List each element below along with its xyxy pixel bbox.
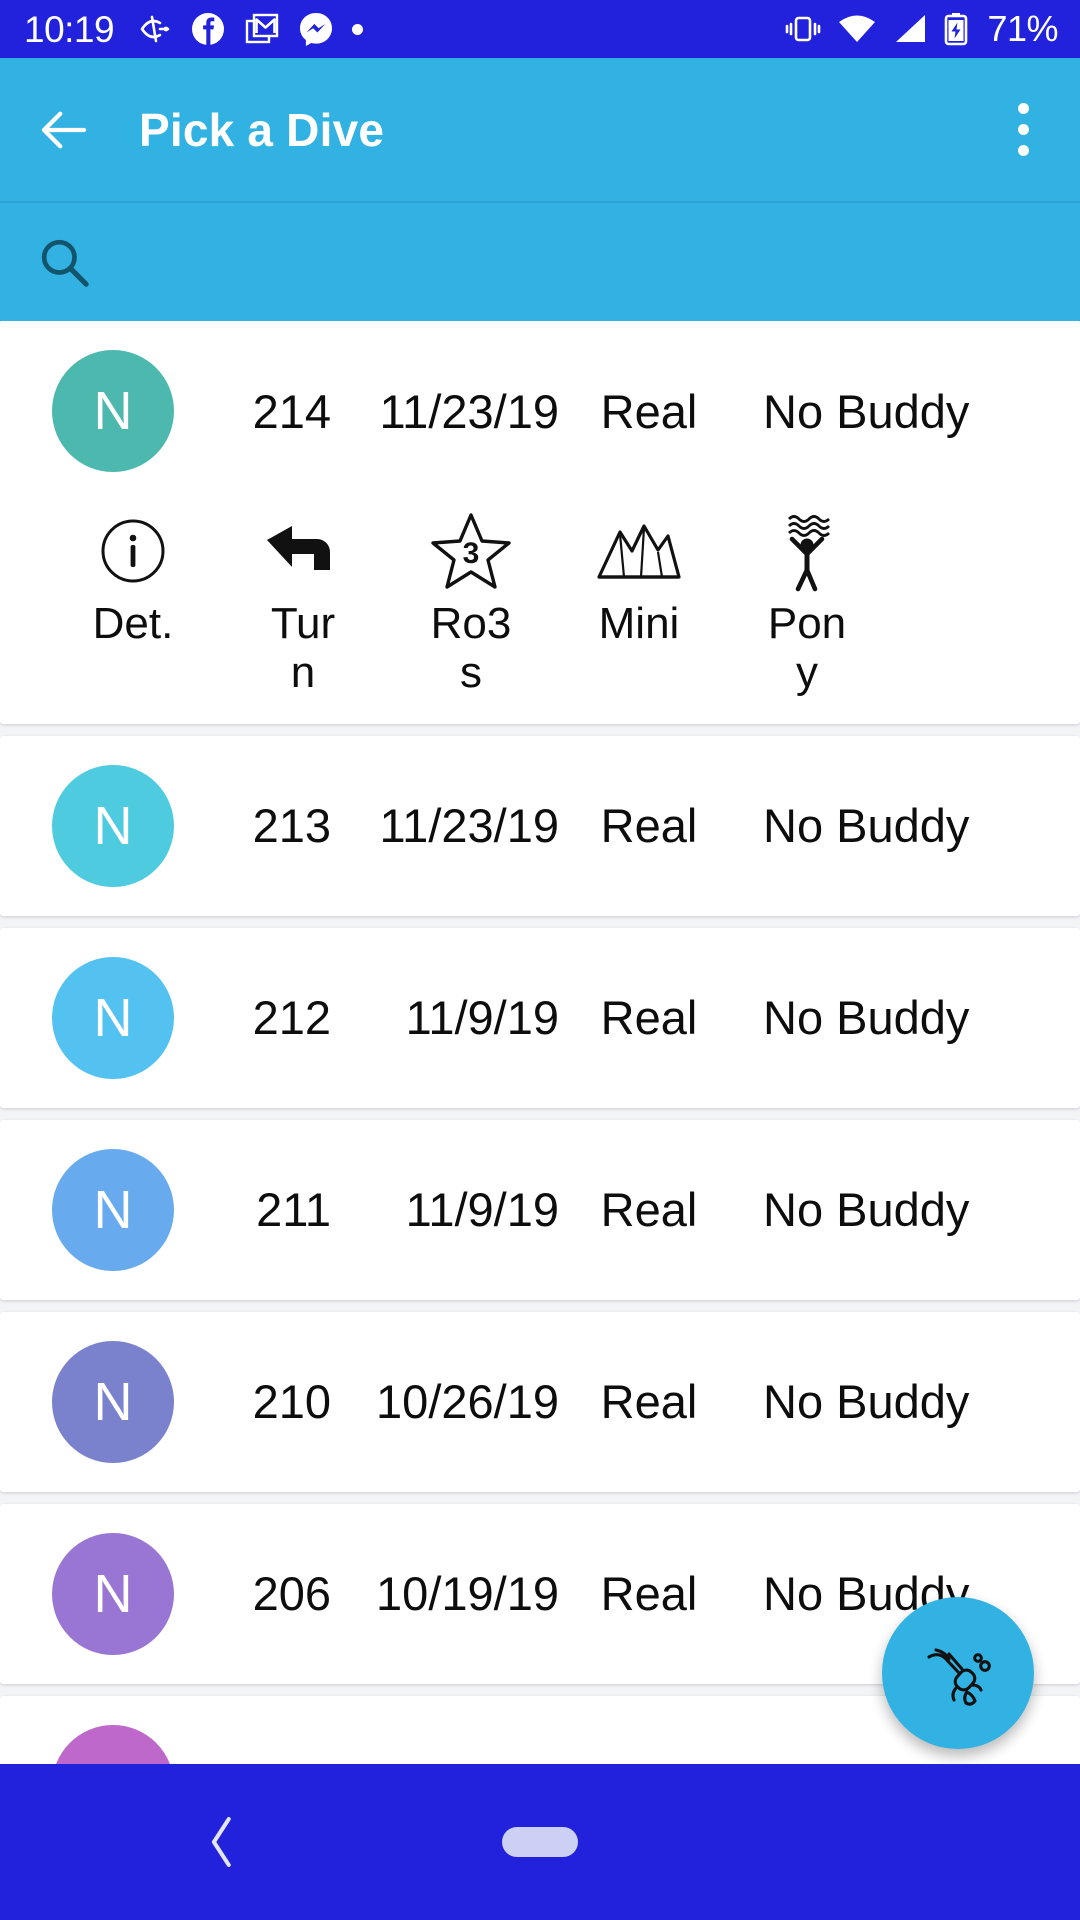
avatar-letter: N bbox=[93, 795, 133, 856]
dive-date: 11/23/19 bbox=[379, 384, 559, 438]
action-ro3s[interactable]: 3 Ro3s bbox=[400, 509, 542, 698]
dive-type: Real bbox=[600, 384, 698, 438]
dive-date: 11/23/19 bbox=[379, 799, 559, 853]
dive-number: 206 bbox=[252, 1567, 331, 1621]
dive-row[interactable]: N 210 10/26/19 Real No Buddy bbox=[10, 1312, 1070, 1492]
back-arrow-icon[interactable] bbox=[34, 100, 94, 160]
avatar-letter: N bbox=[93, 1179, 133, 1240]
avatar: N bbox=[52, 1148, 174, 1271]
status-bar: 10:19 71% bbox=[0, 0, 1080, 58]
wifi-icon bbox=[839, 15, 876, 42]
avatar-letter: N bbox=[93, 1563, 133, 1624]
dive-type: Real bbox=[600, 799, 698, 853]
avatar: N bbox=[52, 1340, 174, 1463]
dive-date: 10/19/19 bbox=[376, 1567, 559, 1621]
dive-fields: 214 11/23/19 Real No Buddy bbox=[223, 384, 1070, 439]
page-title: Pick a Dive bbox=[139, 103, 385, 156]
dive-number: 214 bbox=[252, 384, 331, 438]
vibrate-icon bbox=[786, 16, 821, 42]
avatar: N bbox=[52, 764, 174, 887]
list-item[interactable]: N 210 10/26/19 Real No Buddy bbox=[0, 1311, 1080, 1492]
dive-list[interactable]: N 214 11/23/19 Real No Buddy Det. Turn 3… bbox=[0, 321, 1080, 1764]
dive-buddy: No Buddy bbox=[763, 799, 970, 853]
home-pill-icon[interactable] bbox=[502, 1827, 578, 1857]
avatar-letter: N bbox=[93, 1371, 133, 1432]
search-input[interactable] bbox=[92, 240, 1080, 284]
dive-buddy: No Buddy bbox=[763, 1375, 970, 1429]
avatar: N bbox=[52, 1532, 174, 1655]
dive-row[interactable]: N 214 11/23/19 Real No Buddy bbox=[10, 321, 1070, 501]
svg-text:3: 3 bbox=[463, 537, 480, 570]
dive-date: 10/26/19 bbox=[376, 1375, 559, 1429]
search-icon[interactable] bbox=[36, 234, 92, 290]
scuba-diver-icon bbox=[927, 1648, 991, 1706]
dive-row[interactable]: N 211 11/9/19 Real No Buddy bbox=[10, 1120, 1070, 1300]
add-dive-fab[interactable] bbox=[882, 1597, 1034, 1749]
undo-arrow-icon bbox=[261, 509, 345, 593]
phone-screen: 10:19 71% Pick a Dive N 214 11/23/19 Rea… bbox=[0, 0, 1080, 1920]
avatar-letter: N bbox=[93, 381, 133, 441]
action-label: Pony bbox=[767, 599, 847, 698]
dive-fields: 212 11/9/19 Real No Buddy bbox=[223, 990, 1070, 1045]
dive-fields: 210 10/26/19 Real No Buddy bbox=[223, 1374, 1070, 1429]
info-circle-icon bbox=[94, 509, 172, 593]
dive-number: 210 bbox=[252, 1375, 331, 1429]
overflow-dot-1 bbox=[1017, 103, 1029, 114]
overflow-dot-2 bbox=[1017, 124, 1029, 135]
list-item[interactable]: N 211 11/9/19 Real No Buddy bbox=[0, 1119, 1080, 1300]
dive-date: 11/9/19 bbox=[405, 991, 559, 1045]
facebook-icon bbox=[192, 13, 225, 45]
mountains-icon bbox=[596, 509, 682, 593]
dive-buddy: No Buddy bbox=[763, 1183, 970, 1237]
messenger-icon bbox=[300, 13, 333, 46]
status-clock: 10:19 bbox=[24, 8, 115, 50]
avatar: N bbox=[52, 1724, 174, 1764]
app-bar: Pick a Dive bbox=[0, 58, 1080, 201]
action-mini[interactable]: Mini bbox=[568, 509, 710, 648]
action-label: Det. bbox=[92, 599, 174, 648]
tasker-icon bbox=[140, 15, 170, 43]
cell-signal-icon bbox=[896, 15, 926, 42]
action-pony[interactable]: Pony bbox=[736, 509, 878, 698]
action-label: Turn bbox=[270, 599, 336, 698]
dive-buddy: No Buddy bbox=[763, 991, 970, 1045]
action-label: Ro3s bbox=[430, 599, 512, 698]
dive-action-row: Det. Turn 3 Ro3s Mini Pony bbox=[10, 501, 1070, 724]
dive-date: 11/9/19 bbox=[405, 1183, 559, 1237]
overflow-dot-3 bbox=[1017, 145, 1029, 156]
avatar-letter: N bbox=[93, 987, 133, 1048]
dive-type: Real bbox=[600, 1183, 698, 1237]
dive-number: 212 bbox=[252, 991, 331, 1045]
dive-type: Real bbox=[600, 1567, 698, 1621]
dive-fields: 211 11/9/19 Real No Buddy bbox=[223, 1182, 1070, 1237]
avatar: N bbox=[52, 350, 174, 472]
dive-fields: 213 11/23/19 Real No Buddy bbox=[223, 798, 1070, 853]
dive-row[interactable]: N 212 11/9/19 Real No Buddy bbox=[10, 928, 1070, 1108]
dive-number: 211 bbox=[256, 1183, 331, 1237]
list-item[interactable]: N 214 11/23/19 Real No Buddy Det. Turn 3… bbox=[0, 321, 1080, 724]
dive-number: 213 bbox=[252, 799, 331, 853]
gmail-icon bbox=[245, 13, 279, 44]
action-turn[interactable]: Turn bbox=[232, 509, 374, 698]
status-system-icons: 71% bbox=[783, 8, 1058, 50]
search-bar[interactable] bbox=[0, 201, 1080, 321]
battery-charging-icon bbox=[945, 13, 968, 46]
overflow-menu-icon[interactable] bbox=[1016, 103, 1030, 156]
star-3-icon: 3 bbox=[429, 509, 513, 593]
nav-back-icon[interactable] bbox=[205, 1815, 239, 1869]
dive-type: Real bbox=[600, 1375, 698, 1429]
list-item[interactable]: N 213 11/23/19 Real No Buddy bbox=[0, 735, 1080, 916]
dive-row[interactable]: N 213 11/23/19 Real No Buddy bbox=[10, 736, 1070, 916]
avatar: N bbox=[52, 956, 174, 1079]
dive-type: Real bbox=[600, 991, 698, 1045]
nav-bar bbox=[0, 1764, 1080, 1920]
status-notification-icons bbox=[136, 11, 364, 47]
action-details[interactable]: Det. bbox=[62, 509, 204, 648]
dot-icon bbox=[352, 23, 364, 35]
list-item[interactable]: N 212 11/9/19 Real No Buddy bbox=[0, 927, 1080, 1108]
battery-percent: 71% bbox=[987, 8, 1058, 49]
dive-buddy: No Buddy bbox=[763, 384, 970, 438]
diver-waves-icon bbox=[765, 509, 849, 593]
action-label: Mini bbox=[598, 599, 680, 648]
